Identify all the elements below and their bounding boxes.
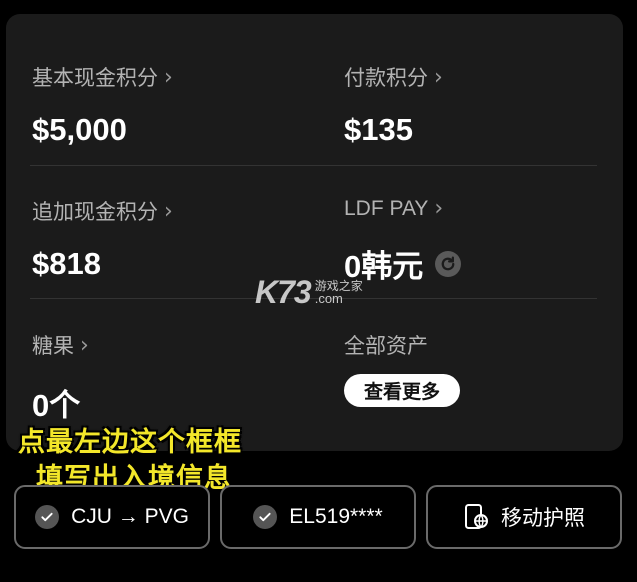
watermark-logo: K73 (255, 274, 312, 310)
all-assets: 全部资产 查看更多 (344, 330, 461, 407)
payment-value: $135 (344, 112, 413, 147)
ldf-pay[interactable]: LDF PAY › 0韩元 (344, 196, 462, 286)
candy-label-row[interactable]: 糖果 › (32, 330, 89, 360)
payment-label: 付款积分 (344, 67, 428, 90)
chevron-right-icon: › (434, 64, 443, 90)
points-card: 基本现金积分 › $5,000 付款积分 › $135 追加现金积分 › $81… (6, 14, 623, 451)
flight-label: EL519**** (289, 505, 383, 528)
divider (30, 165, 597, 166)
payment-points[interactable]: 付款积分 › $135 (344, 62, 443, 148)
mobile-passport-label: 移动护照 (501, 507, 585, 530)
ldf-pay-label: LDF PAY (344, 196, 429, 220)
route-label: CJU → PVG (71, 505, 189, 528)
check-icon (35, 505, 60, 529)
mobile-passport-icon (463, 503, 489, 531)
additional-cash-label: 追加现金积分 (32, 201, 158, 224)
chevron-right-icon: › (164, 198, 173, 224)
candy-value: 0个 (32, 388, 81, 423)
basic-cash-label-row[interactable]: 基本现金积分 › (32, 62, 173, 92)
additional-cash-points[interactable]: 追加现金积分 › $818 (32, 196, 173, 282)
basic-cash-label: 基本现金积分 (32, 67, 158, 90)
check-icon (253, 505, 278, 529)
route-button[interactable]: CJU → PVG (14, 485, 210, 549)
flight-button[interactable]: EL519**** (220, 485, 416, 549)
chevron-right-icon: › (434, 196, 444, 221)
payment-label-row[interactable]: 付款积分 › (344, 62, 443, 92)
instruction-line-1: 点最左边这个框框 (18, 427, 242, 457)
watermark-text: 游戏之家 .com (315, 280, 363, 305)
chevron-right-icon: › (80, 332, 89, 358)
chevron-right-icon: › (164, 64, 173, 90)
additional-cash-label-row[interactable]: 追加现金积分 › (32, 196, 173, 226)
candy-label: 糖果 (32, 335, 74, 358)
basic-cash-points[interactable]: 基本现金积分 › $5,000 (32, 62, 173, 148)
ldf-pay-label-row[interactable]: LDF PAY › (344, 196, 461, 221)
watermark-com: .com (314, 291, 343, 306)
all-assets-label: 全部资产 (344, 335, 428, 358)
mobile-passport-button[interactable]: 移动护照 (426, 485, 622, 549)
additional-cash-value: $818 (32, 246, 101, 281)
view-more-button[interactable]: 查看更多 (344, 374, 461, 407)
basic-cash-value: $5,000 (32, 112, 127, 147)
refresh-icon[interactable] (435, 250, 462, 277)
candy-points[interactable]: 糖果 › 0个 (32, 330, 89, 425)
watermark: K73 游戏之家 .com (255, 274, 363, 311)
